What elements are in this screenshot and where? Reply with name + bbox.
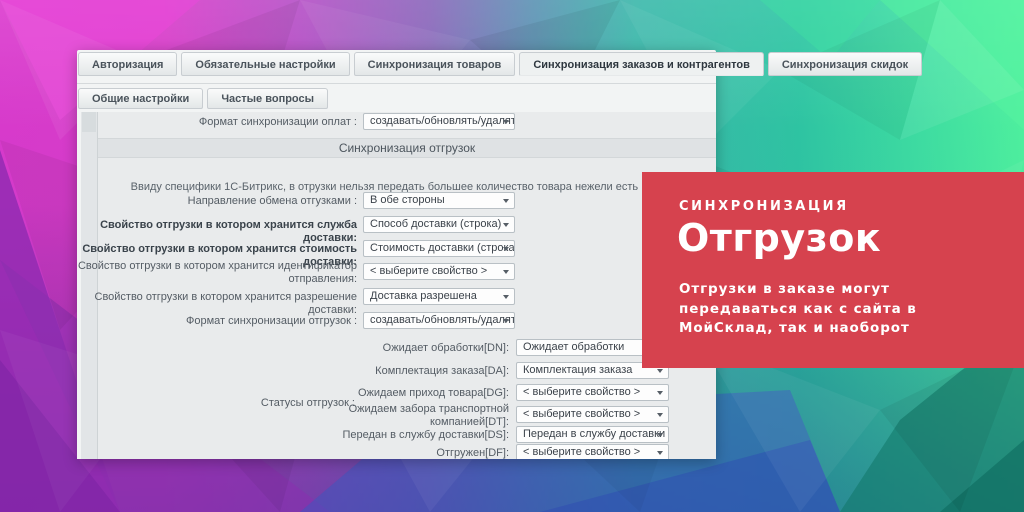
chevron-down-icon (657, 451, 663, 455)
status-dn-label: Ожидает обработки[DN]: (309, 342, 509, 355)
chevron-down-icon (657, 433, 663, 437)
promo-card: СИНХРОНИЗАЦИЯ Отгрузок Отгрузки в заказе… (642, 172, 1024, 368)
chevron-down-icon (503, 295, 509, 299)
promo-body: Отгрузки в заказе могут передаваться как… (679, 280, 917, 339)
tab-faq[interactable]: Частые вопросы (207, 88, 328, 109)
promo-title: Отгрузок (677, 216, 881, 260)
status-dt-label: Ожидаем забора транспортной компанией[DT… (309, 403, 509, 429)
section-header-shipments: Синхронизация отгрузок (98, 138, 716, 158)
shipments-format-select[interactable]: создавать/обновлять/удалять (363, 312, 515, 329)
chevron-down-icon (503, 223, 509, 227)
tab-bar-secondary: Общие настройки Частые вопросы (78, 88, 328, 109)
status-df-label: Отгружен[DF]: (309, 447, 509, 459)
status-df-select[interactable]: < выберите свойство > (516, 444, 669, 459)
tab-orders-contractors-sync[interactable]: Синхронизация заказов и контрагентов (519, 52, 764, 76)
delivery-service-property-label: Свойство отгрузки в котором хранится слу… (77, 219, 357, 245)
settings-form: Формат синхронизации оплат : создавать/о… (77, 112, 716, 459)
payments-format-label: Формат синхронизации оплат : (77, 116, 357, 129)
chevron-down-icon (503, 199, 509, 203)
chevron-down-icon (657, 391, 663, 395)
settings-panel: Авторизация Обязательные настройки Синхр… (77, 50, 716, 459)
tab-required-settings[interactable]: Обязательные настройки (181, 52, 349, 76)
delivery-cost-property-select[interactable]: Стоимость доставки (строка) (363, 240, 515, 257)
shipments-format-label: Формат синхронизации отгрузок : (77, 315, 357, 328)
payments-format-select[interactable]: создавать/обновлять/удалять (363, 113, 515, 130)
shipment-id-property-select[interactable]: < выберите свойство > (363, 263, 515, 280)
chevron-down-icon (657, 369, 663, 373)
chevron-down-icon (503, 319, 509, 323)
exchange-direction-label: Направление обмена отгузками : (77, 195, 357, 208)
status-dg-select[interactable]: < выберите свойство > (516, 384, 669, 401)
status-da-label: Комплектация заказа[DA]: (309, 365, 509, 378)
status-dt-select[interactable]: < выберите свойство > (516, 406, 669, 423)
chevron-down-icon (657, 413, 663, 417)
tab-discounts-sync[interactable]: Синхронизация скидок (768, 52, 922, 76)
tab-bar-main: Авторизация Обязательные настройки Синхр… (78, 52, 922, 76)
tab-authorization[interactable]: Авторизация (78, 52, 177, 76)
status-ds-label: Передан в службу доставки[DS]: (309, 429, 509, 442)
chevron-down-icon (503, 270, 509, 274)
exchange-direction-select[interactable]: В обе стороны (363, 192, 515, 209)
promo-kicker: СИНХРОНИЗАЦИЯ (679, 199, 849, 214)
tab-general-settings[interactable]: Общие настройки (78, 88, 203, 109)
tab-products-sync[interactable]: Синхронизация товаров (354, 52, 516, 76)
delivery-allowed-property-select[interactable]: Доставка разрешена (363, 288, 515, 305)
delivery-service-property-select[interactable]: Способ доставки (строка) (363, 216, 515, 233)
tab-divider (77, 83, 716, 84)
delivery-allowed-property-label: Свойство отгрузки в котором хранится раз… (77, 291, 357, 317)
status-ds-select[interactable]: Передан в службу доставки (516, 426, 669, 443)
shipment-id-property-label: Свойство отгрузки в котором хранится иде… (77, 260, 357, 286)
status-dg-label: Ожидаем приход товара[DG]: (309, 387, 509, 400)
chevron-down-icon (503, 247, 509, 251)
chevron-down-icon (503, 120, 509, 124)
